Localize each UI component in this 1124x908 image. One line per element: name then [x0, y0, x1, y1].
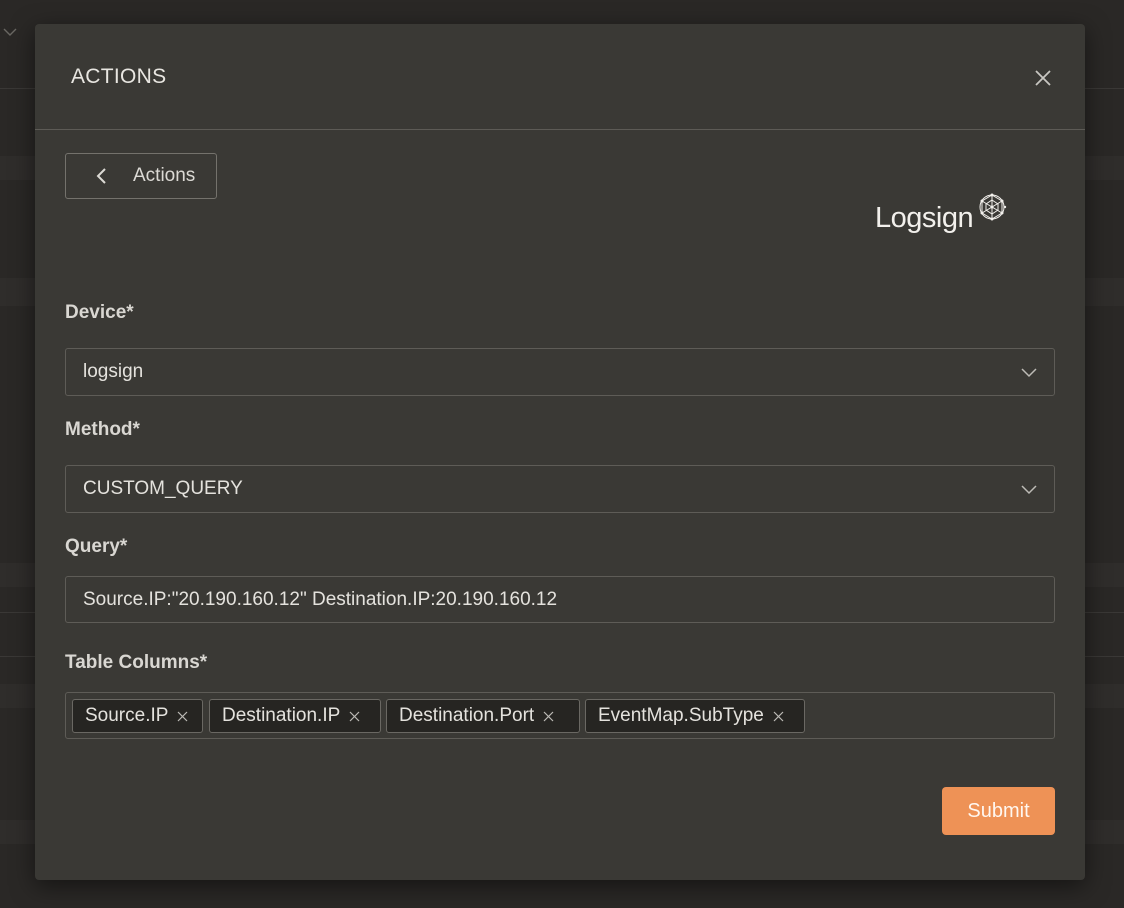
submit-button[interactable]: Submit [942, 787, 1055, 835]
back-button-label: Actions [133, 165, 196, 186]
back-button[interactable]: Actions [65, 153, 217, 199]
chevron-down-icon [3, 28, 17, 36]
column-tag: Destination.IP [209, 699, 381, 733]
table-columns-input[interactable]: Source.IP Destination.IP Destination.Por… [65, 692, 1055, 739]
chevron-down-icon [1021, 368, 1037, 378]
network-globe-icon [979, 193, 1007, 221]
actions-modal: ACTIONS Actions Logsign Device* logsign … [35, 24, 1085, 880]
column-tag-label: Destination.Port [399, 705, 535, 726]
method-label: Method* [65, 419, 140, 440]
column-tag: EventMap.SubType [585, 699, 805, 733]
x-icon[interactable] [349, 711, 360, 722]
column-tag-label: Source.IP [85, 705, 169, 726]
method-value: CUSTOM_QUERY [83, 478, 243, 499]
query-input[interactable]: Source.IP:"20.190.160.12" Destination.IP… [65, 576, 1055, 623]
chevron-down-icon [1021, 485, 1037, 495]
modal-header: ACTIONS [35, 24, 1085, 130]
column-tag: Source.IP [72, 699, 203, 733]
column-tag-label: Destination.IP [222, 705, 341, 726]
logsign-logo: Logsign [875, 190, 1015, 242]
device-value: logsign [83, 361, 144, 382]
x-icon[interactable] [543, 711, 554, 722]
query-value: Source.IP:"20.190.160.12" Destination.IP… [83, 588, 558, 610]
x-icon[interactable] [773, 711, 784, 722]
chevron-left-icon [96, 168, 106, 184]
device-select[interactable]: logsign [65, 348, 1055, 396]
table-columns-label: Table Columns* [65, 652, 208, 673]
x-icon[interactable] [177, 711, 188, 722]
close-icon[interactable] [1032, 67, 1054, 89]
query-label: Query* [65, 536, 128, 557]
device-label: Device* [65, 302, 134, 323]
column-tag: Destination.Port [386, 699, 580, 733]
modal-title: ACTIONS [71, 65, 167, 88]
method-select[interactable]: CUSTOM_QUERY [65, 465, 1055, 513]
column-tag-label: EventMap.SubType [598, 705, 764, 726]
logo-text: Logsign [875, 202, 974, 234]
